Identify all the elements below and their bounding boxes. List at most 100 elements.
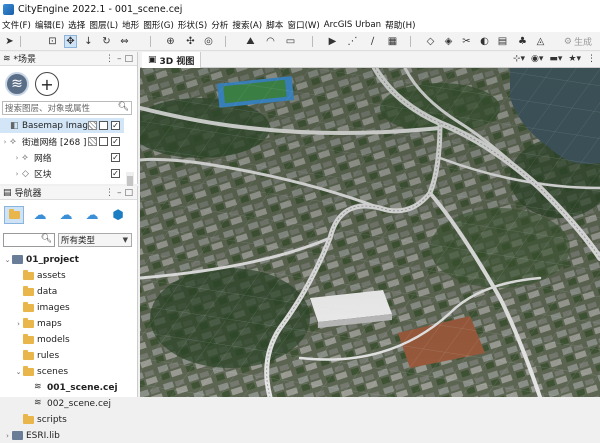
display-mode-icon[interactable]: ▬▾ — [549, 54, 562, 64]
rotate-tool-icon[interactable]: ↻ — [100, 35, 113, 48]
terrain-raise-icon[interactable]: ⛰ — [244, 35, 257, 48]
title-bar: CityEngine 2022.1 - 001_scene.cej — [0, 0, 600, 18]
camera-views-icon[interactable]: ⊹▾ — [513, 54, 525, 64]
expand-icon[interactable]: ⌄ — [3, 256, 12, 264]
menu-item-12[interactable]: 帮助(H) — [383, 19, 417, 31]
urban-icon: ⬢ — [112, 207, 124, 223]
menu-item-9[interactable]: 脚本 — [264, 19, 285, 31]
menu-item-4[interactable]: 地形 — [120, 19, 141, 31]
cut-graph-icon[interactable]: ✂ — [460, 35, 473, 48]
tree-item[interactable]: › maps — [14, 316, 62, 331]
online-portal-button[interactable]: ☁ — [82, 206, 102, 224]
tree-item[interactable]: data — [14, 284, 57, 299]
menu-item-5[interactable]: 图形(G) — [141, 19, 176, 31]
expand-icon[interactable]: › — [3, 432, 12, 440]
orbit-camera-icon[interactable]: ⊕ — [164, 35, 177, 48]
layer-checkbox[interactable]: ✓ — [111, 153, 120, 162]
tree-item-label: maps — [37, 318, 62, 329]
expand-icon[interactable]: ⌄ — [14, 368, 23, 376]
generate-button[interactable]: ⚙ 生成 — [564, 35, 592, 49]
menu-item-11[interactable]: ArcGIS Urban — [322, 20, 383, 30]
folder-icon — [23, 317, 34, 328]
tree-item[interactable]: › ESRI.lib — [3, 428, 60, 443]
expand-icon[interactable]: › — [12, 170, 22, 178]
minimize-icon[interactable]: – — [117, 188, 122, 198]
tree-item[interactable]: images — [14, 300, 70, 315]
tree-item[interactable]: models — [14, 332, 70, 347]
tree-item[interactable]: assets — [14, 268, 66, 283]
menu-item-6[interactable]: 形状(S) — [176, 19, 209, 31]
layer-list-button[interactable]: ≋ — [5, 72, 29, 96]
terrain-smooth-icon[interactable]: ◠ — [264, 35, 277, 48]
street-grid-icon[interactable]: ▦ — [386, 35, 399, 48]
zoom-camera-icon[interactable]: ◎ — [202, 35, 215, 48]
tree-item[interactable]: ≋ 001_scene.cej — [25, 380, 118, 395]
select-arrow-icon[interactable]: ➤ — [3, 35, 16, 48]
menu-item-0[interactable]: 文件(F) — [0, 19, 33, 31]
tree-gen-icon[interactable]: ♣ — [516, 35, 529, 48]
bookmarks-icon[interactable]: ★▾ — [568, 54, 581, 64]
minimize-icon[interactable]: – — [117, 54, 122, 64]
layer-type-icon: ◇ — [22, 168, 29, 179]
local-files-button[interactable] — [4, 206, 24, 224]
menu-item-2[interactable]: 选择 — [66, 19, 87, 31]
align-graph-icon[interactable]: ◈ — [442, 35, 455, 48]
tree-item[interactable]: ⌄ 01_project — [3, 252, 79, 267]
drop-tool-icon[interactable]: ↓ — [82, 35, 95, 48]
layer-row[interactable]: › ◇ 区块 — [0, 166, 124, 181]
paint-icon[interactable]: ◬ — [534, 35, 547, 48]
tree-item[interactable]: ≋ 002_scene.cej — [25, 396, 111, 411]
lock-toggle[interactable] — [88, 137, 97, 146]
layer-checkbox[interactable]: ✓ — [111, 169, 120, 178]
street-create-icon[interactable]: ⋰ — [346, 35, 359, 48]
menu-bar: 文件(F) 编辑(E) 选择 图层(L) 地形 图形(G) 形状(S) 分析 搜索(A) 脚本 窗口… — [0, 18, 600, 32]
tree-item[interactable]: rules — [14, 348, 59, 363]
cloud-share-button[interactable]: ☁ — [56, 206, 76, 224]
expand-icon[interactable]: › — [0, 138, 10, 146]
menu-item-3[interactable]: 图层(L) — [87, 19, 120, 31]
scene-search-input[interactable]: 搜索图层、对象或属性 🔍︎ — [2, 101, 132, 115]
terrain-flatten-icon[interactable]: ▭ — [284, 35, 297, 48]
menu-item-8[interactable]: 搜索(A) — [230, 19, 264, 31]
aerial-scene — [140, 68, 600, 397]
folder-icon — [23, 413, 34, 424]
3d-viewport[interactable] — [140, 68, 600, 397]
menu-item-7[interactable]: 分析 — [209, 19, 230, 31]
move-tool-icon[interactable]: ✥ — [64, 35, 77, 48]
view-menu-icon[interactable]: ⋮ — [587, 54, 596, 64]
layer-row[interactable]: › ⟡ 网络 — [0, 150, 124, 165]
building-gen-icon[interactable]: ▤ — [496, 35, 509, 48]
clean-graph-icon[interactable]: ◇ — [424, 35, 437, 48]
analysis-shape-icon[interactable]: ◐ — [478, 35, 491, 48]
tree-item[interactable]: scripts — [14, 412, 67, 427]
lock-toggle[interactable] — [88, 121, 97, 130]
menu-item-1[interactable]: 编辑(E) — [33, 19, 66, 31]
navigator-icon: ▤ — [3, 187, 12, 198]
pan-camera-icon[interactable]: ✣ — [184, 35, 197, 48]
layer-checkbox[interactable]: ✓ — [111, 137, 120, 146]
expand-icon[interactable]: › — [14, 320, 23, 328]
tab-3d-view[interactable]: ▣ 3D 视图 — [142, 52, 202, 68]
select-region-icon[interactable]: ⊡ — [46, 35, 59, 48]
tree-item[interactable]: ⌄ scenes — [14, 364, 68, 379]
polygon-shape-icon[interactable]: ▶ — [326, 35, 339, 48]
arcgis-urban-button[interactable]: ⬢ — [108, 206, 128, 224]
scale-tool-icon[interactable]: ⇔ — [118, 35, 131, 48]
cloud-download-button[interactable]: ☁ — [30, 206, 50, 224]
type-filter-select[interactable]: 所有类型 ▼ — [58, 233, 132, 247]
expand-icon[interactable]: › — [12, 154, 22, 162]
view-menu-icon[interactable]: ⋮ — [105, 188, 114, 198]
visibility-icon[interactable]: ◉▾ — [531, 54, 543, 64]
tree-item-label: ESRI.lib — [26, 430, 60, 441]
project-icon — [12, 431, 23, 440]
freehand-street-icon[interactable]: ∕ — [366, 35, 379, 48]
visibility-toggle[interactable] — [99, 121, 108, 130]
maximize-icon[interactable]: □ — [124, 54, 133, 64]
maximize-icon[interactable]: □ — [124, 188, 133, 198]
view-menu-icon[interactable]: ⋮ — [105, 54, 114, 64]
menu-item-10[interactable]: 窗口(W) — [285, 19, 321, 31]
layer-checkbox[interactable]: ✓ — [111, 121, 120, 130]
visibility-toggle[interactable] — [99, 137, 108, 146]
navigator-search-input[interactable]: 🔍︎ — [3, 233, 55, 247]
add-layer-button[interactable]: + — [35, 72, 59, 96]
